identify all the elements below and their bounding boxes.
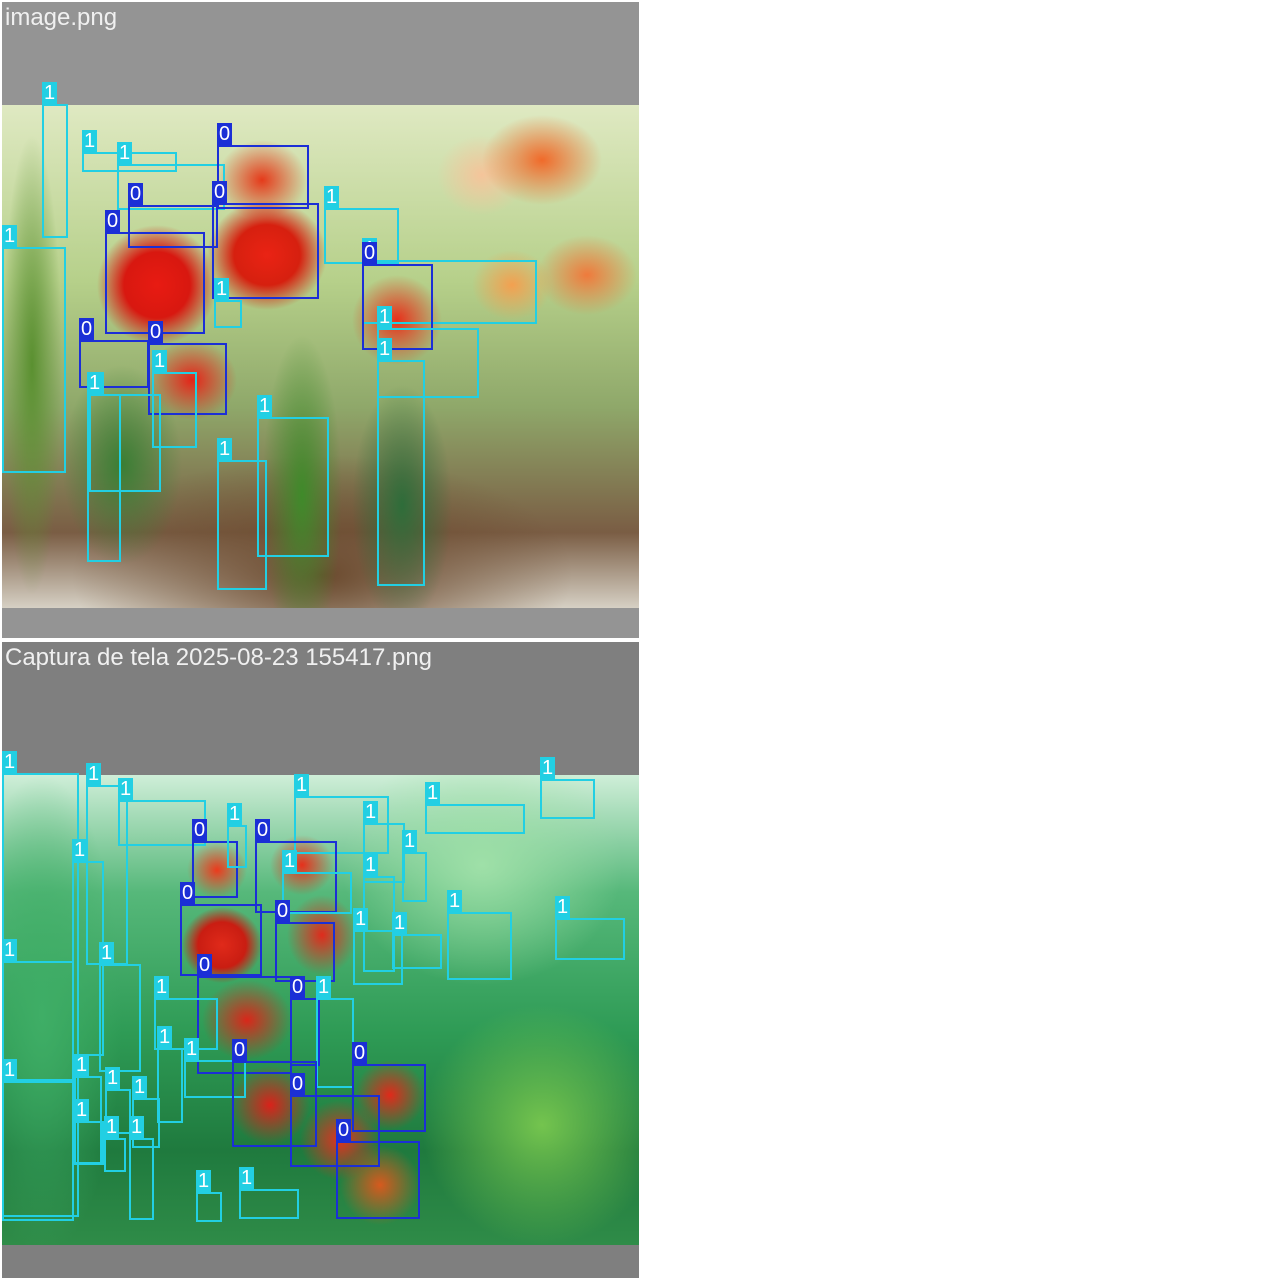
detection-class-label: 1: [154, 976, 170, 998]
detection-class-label: 1: [86, 763, 102, 785]
detection-class-label: 1: [152, 350, 168, 372]
detection-class-label: 1: [2, 225, 18, 247]
detection-class-label: 0: [197, 954, 213, 976]
detection-class-label: 1: [402, 830, 418, 852]
detection-class-label: 1: [72, 839, 88, 861]
detection-class-label: 1: [157, 1026, 173, 1048]
detection-class-label: 1: [184, 1038, 200, 1060]
detection-class-label: 1: [540, 757, 556, 779]
detection-class-label: 0: [217, 123, 233, 145]
detection-class-label: 1: [2, 751, 18, 773]
detection-class-label: 1: [227, 803, 243, 825]
detection-class-label: 1: [196, 1170, 212, 1192]
detection-class-label: 0: [212, 181, 228, 203]
detection-class-label: 0: [232, 1039, 248, 1061]
detection-class-label: 1: [294, 774, 310, 796]
detection-class-label: 1: [74, 1054, 90, 1076]
detection-class-label: 0: [336, 1119, 352, 1141]
detection-class-label: 0: [362, 242, 378, 264]
panel-filename: image.png: [5, 4, 118, 31]
detection-class-label: 0: [275, 900, 291, 922]
detection-class-label: 1: [425, 782, 441, 804]
detection-class-label: 1: [87, 372, 103, 394]
detection-class-label: 0: [192, 819, 208, 841]
detection-class-label: 1: [363, 854, 379, 876]
detection-class-label: 1: [257, 395, 273, 417]
prediction-panel-1: image.png 111000011101100111111: [2, 2, 639, 638]
detection-class-label: 1: [392, 912, 408, 934]
detection-class-label: 1: [42, 82, 58, 104]
detection-class-label: 1: [377, 338, 393, 360]
detection-class-label: 0: [79, 318, 95, 340]
detection-class-label: 1: [217, 438, 233, 460]
panel-filename: Captura de tela 2025-08-23 155417.png: [5, 644, 433, 671]
detection-class-label: 1: [2, 1059, 18, 1081]
detection-class-label: 0: [128, 183, 144, 205]
detection-class-label: 1: [555, 896, 571, 918]
detection-class-label: 1: [353, 908, 369, 930]
detection-class-label: 1: [104, 1116, 120, 1138]
detection-class-label: 1: [129, 1116, 145, 1138]
detection-class-label: 1: [117, 142, 133, 164]
detection-class-label: 0: [148, 321, 164, 343]
detection-class-label: 1: [132, 1076, 148, 1098]
tomato-photo: [2, 775, 639, 1245]
detection-class-label: 1: [214, 278, 230, 300]
detection-class-label: 1: [324, 186, 340, 208]
detection-class-label: 1: [377, 306, 393, 328]
detection-class-label: 1: [74, 1099, 90, 1121]
tomato-photo: [2, 105, 639, 608]
detection-class-label: 0: [290, 1073, 306, 1095]
detection-class-label: 0: [255, 819, 271, 841]
detection-class-label: 0: [352, 1042, 368, 1064]
detection-class-label: 1: [316, 976, 332, 998]
detection-class-label: 1: [447, 890, 463, 912]
detection-class-label: 0: [290, 976, 306, 998]
detection-class-label: 1: [282, 850, 298, 872]
prediction-panel-2: Captura de tela 2025-08-23 155417.png 11…: [2, 642, 639, 1278]
detection-class-label: 1: [99, 942, 115, 964]
detection-class-label: 1: [105, 1067, 121, 1089]
detection-class-label: 1: [239, 1167, 255, 1189]
detection-class-label: 1: [82, 130, 98, 152]
detection-class-label: 1: [2, 939, 18, 961]
detection-class-label: 0: [105, 210, 121, 232]
detection-class-label: 1: [118, 778, 134, 800]
detection-class-label: 0: [180, 882, 196, 904]
detection-class-label: 1: [363, 801, 379, 823]
